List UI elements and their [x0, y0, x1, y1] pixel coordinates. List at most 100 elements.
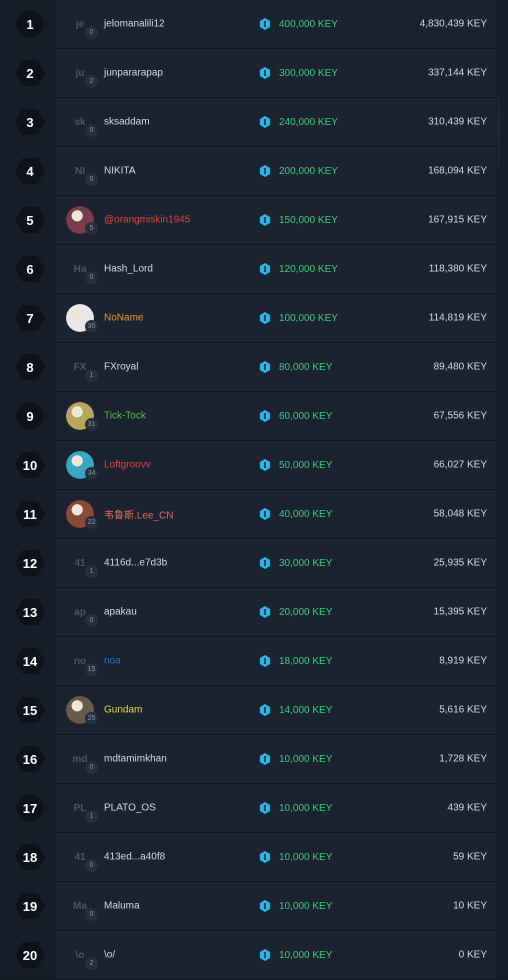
prize-amount: 120,000 KEY: [279, 263, 338, 275]
prize-amount: 10,000 KEY: [279, 900, 333, 912]
rank-cell: 12: [0, 539, 55, 587]
prize: 10,000 KEY: [259, 949, 332, 961]
prize: 100,000 KEY: [259, 312, 338, 324]
username[interactable]: Loftgroovv: [104, 460, 151, 471]
level-badge: 0: [85, 124, 98, 137]
key-hex-icon: [259, 214, 271, 226]
username[interactable]: 413ed...a40f8: [104, 852, 165, 863]
rank-cell: 15: [0, 686, 55, 734]
rank-cell: 4: [0, 147, 55, 195]
key-hex-icon: [259, 361, 271, 373]
avatar-initials: 41: [74, 851, 86, 863]
prize: 20,000 KEY: [259, 606, 332, 618]
prize: 10,000 KEY: [259, 802, 332, 814]
leaderboard-row[interactable]: 10 34 Loftgroovv 50,000 KEY 66,027 KEY: [0, 441, 496, 490]
prize-amount: 50,000 KEY: [279, 459, 333, 471]
rank-badge: 18: [15, 844, 45, 870]
rank-badge: 14: [15, 648, 45, 674]
leaderboard-row[interactable]: 18 41 0 413ed...a40f8 10,000 KEY 59 KEY: [0, 833, 496, 882]
leaderboard-row[interactable]: 14 no 15 noa 18,000 KEY 8,919 KEY: [0, 637, 496, 686]
rank-badge: 3: [15, 109, 45, 135]
avatar-initials: NI: [75, 165, 85, 177]
username[interactable]: jelomanalili12: [104, 19, 165, 30]
leaderboard-row[interactable]: 9 31 Tick-Tock 60,000 KEY 67,556 KEY: [0, 392, 496, 441]
username[interactable]: apakau: [104, 607, 137, 618]
username[interactable]: noa: [104, 656, 121, 667]
prize-amount: 60,000 KEY: [279, 410, 333, 422]
total-key: 439 KEY: [447, 802, 487, 814]
rank-number: 15: [22, 702, 38, 718]
username[interactable]: 4116d...e7d3b: [104, 558, 167, 569]
key-hex-icon: [259, 704, 271, 716]
rank-cell: 6: [0, 245, 55, 293]
leaderboard-row[interactable]: 5 5 @orangmiskin1945 150,000 KEY 167,915…: [0, 196, 496, 245]
key-hex-icon: [259, 263, 271, 275]
scroll-shadow: [497, 90, 500, 170]
prize-amount: 10,000 KEY: [279, 802, 333, 814]
total-key: 1,728 KEY: [439, 753, 487, 765]
username[interactable]: mdtamimkhan: [104, 754, 167, 765]
prize: 400,000 KEY: [259, 18, 338, 30]
rank-number: 3: [26, 114, 34, 130]
leaderboard-row[interactable]: 19 Ma 0 Maluma 10,000 KEY 10 KEY: [0, 882, 496, 931]
rank-badge: 4: [15, 158, 45, 184]
username[interactable]: sksaddam: [104, 117, 150, 128]
leaderboard-row[interactable]: 3 sk 0 sksaddam 240,000 KEY 310,439 KEY: [0, 98, 496, 147]
prize-amount: 10,000 KEY: [279, 753, 333, 765]
total-key: 168,094 KEY: [428, 165, 487, 177]
leaderboard-row[interactable]: 2 ju 2 junpararapap 300,000 KEY 337,144 …: [0, 49, 496, 98]
total-key: 114,819 KEY: [428, 312, 487, 324]
rank-cell: 3: [0, 98, 55, 146]
level-badge: 0: [85, 908, 98, 921]
rank-number: 18: [22, 849, 38, 865]
level-badge: 0: [85, 26, 98, 39]
username[interactable]: junpararapap: [104, 68, 163, 79]
rank-cell: 20: [0, 931, 55, 979]
leaderboard: 1 je 0 jelomanalili12 400,000 KEY 4,830,…: [0, 0, 508, 980]
total-key: 15,395 KEY: [433, 606, 487, 618]
key-hex-icon: [259, 459, 271, 471]
total-key: 118,380 KEY: [428, 263, 487, 275]
leaderboard-row[interactable]: 17 PL 1 PLATO_OS 10,000 KEY 439 KEY: [0, 784, 496, 833]
username[interactable]: 韦鲁斯.Lee_CN: [104, 507, 173, 522]
leaderboard-row[interactable]: 7 30 NoName 100,000 KEY 114,819 KEY: [0, 294, 496, 343]
level-badge: 2: [85, 957, 98, 970]
username[interactable]: Hash_Lord: [104, 264, 153, 275]
username[interactable]: \o/: [104, 950, 115, 961]
rank-badge: 16: [15, 746, 45, 772]
username[interactable]: FXroyal: [104, 362, 138, 373]
level-badge: 30: [85, 320, 98, 333]
level-badge: 34: [85, 467, 98, 480]
leaderboard-row[interactable]: 1 je 0 jelomanalili12 400,000 KEY 4,830,…: [0, 0, 496, 49]
rank-cell: 14: [0, 637, 55, 685]
level-badge: 1: [85, 369, 98, 382]
rank-cell: 9: [0, 392, 55, 440]
leaderboard-row[interactable]: 15 25 Gundam 14,000 KEY 5,616 KEY: [0, 686, 496, 735]
rank-number: 9: [26, 408, 34, 424]
leaderboard-row[interactable]: 13 ap 0 apakau 20,000 KEY 15,395 KEY: [0, 588, 496, 637]
username[interactable]: PLATO_OS: [104, 803, 156, 814]
level-badge: 31: [85, 418, 98, 431]
total-key: 10 KEY: [453, 900, 487, 912]
username[interactable]: NIKITA: [104, 166, 135, 177]
leaderboard-row[interactable]: 11 22 韦鲁斯.Lee_CN 40,000 KEY 58,048 KEY: [0, 490, 496, 539]
prize: 40,000 KEY: [259, 508, 332, 520]
username[interactable]: @orangmiskin1945: [104, 215, 190, 226]
username[interactable]: Gundam: [104, 705, 142, 716]
avatar-initials: PL: [73, 802, 87, 814]
leaderboard-row[interactable]: 12 41 1 4116d...e7d3b 30,000 KEY 25,935 …: [0, 539, 496, 588]
username[interactable]: Tick-Tock: [104, 411, 146, 422]
username[interactable]: NoName: [104, 313, 143, 324]
avatar-initials: ju: [75, 67, 85, 79]
leaderboard-row[interactable]: 8 FX 1 FXroyal 80,000 KEY 89,480 KEY: [0, 343, 496, 392]
prize-amount: 100,000 KEY: [279, 312, 338, 324]
level-badge: 2: [85, 75, 98, 88]
leaderboard-row[interactable]: 4 NI 0 NIKITA 200,000 KEY 168,094 KEY: [0, 147, 496, 196]
leaderboard-row[interactable]: 6 Ha 0 Hash_Lord 120,000 KEY 118,380 KEY: [0, 245, 496, 294]
prize-amount: 30,000 KEY: [279, 557, 333, 569]
level-badge: 5: [85, 222, 98, 235]
prize: 80,000 KEY: [259, 361, 332, 373]
leaderboard-row[interactable]: 16 md 0 mdtamimkhan 10,000 KEY 1,728 KEY: [0, 735, 496, 784]
rank-badge: 6: [15, 256, 45, 282]
username[interactable]: Maluma: [104, 901, 140, 912]
